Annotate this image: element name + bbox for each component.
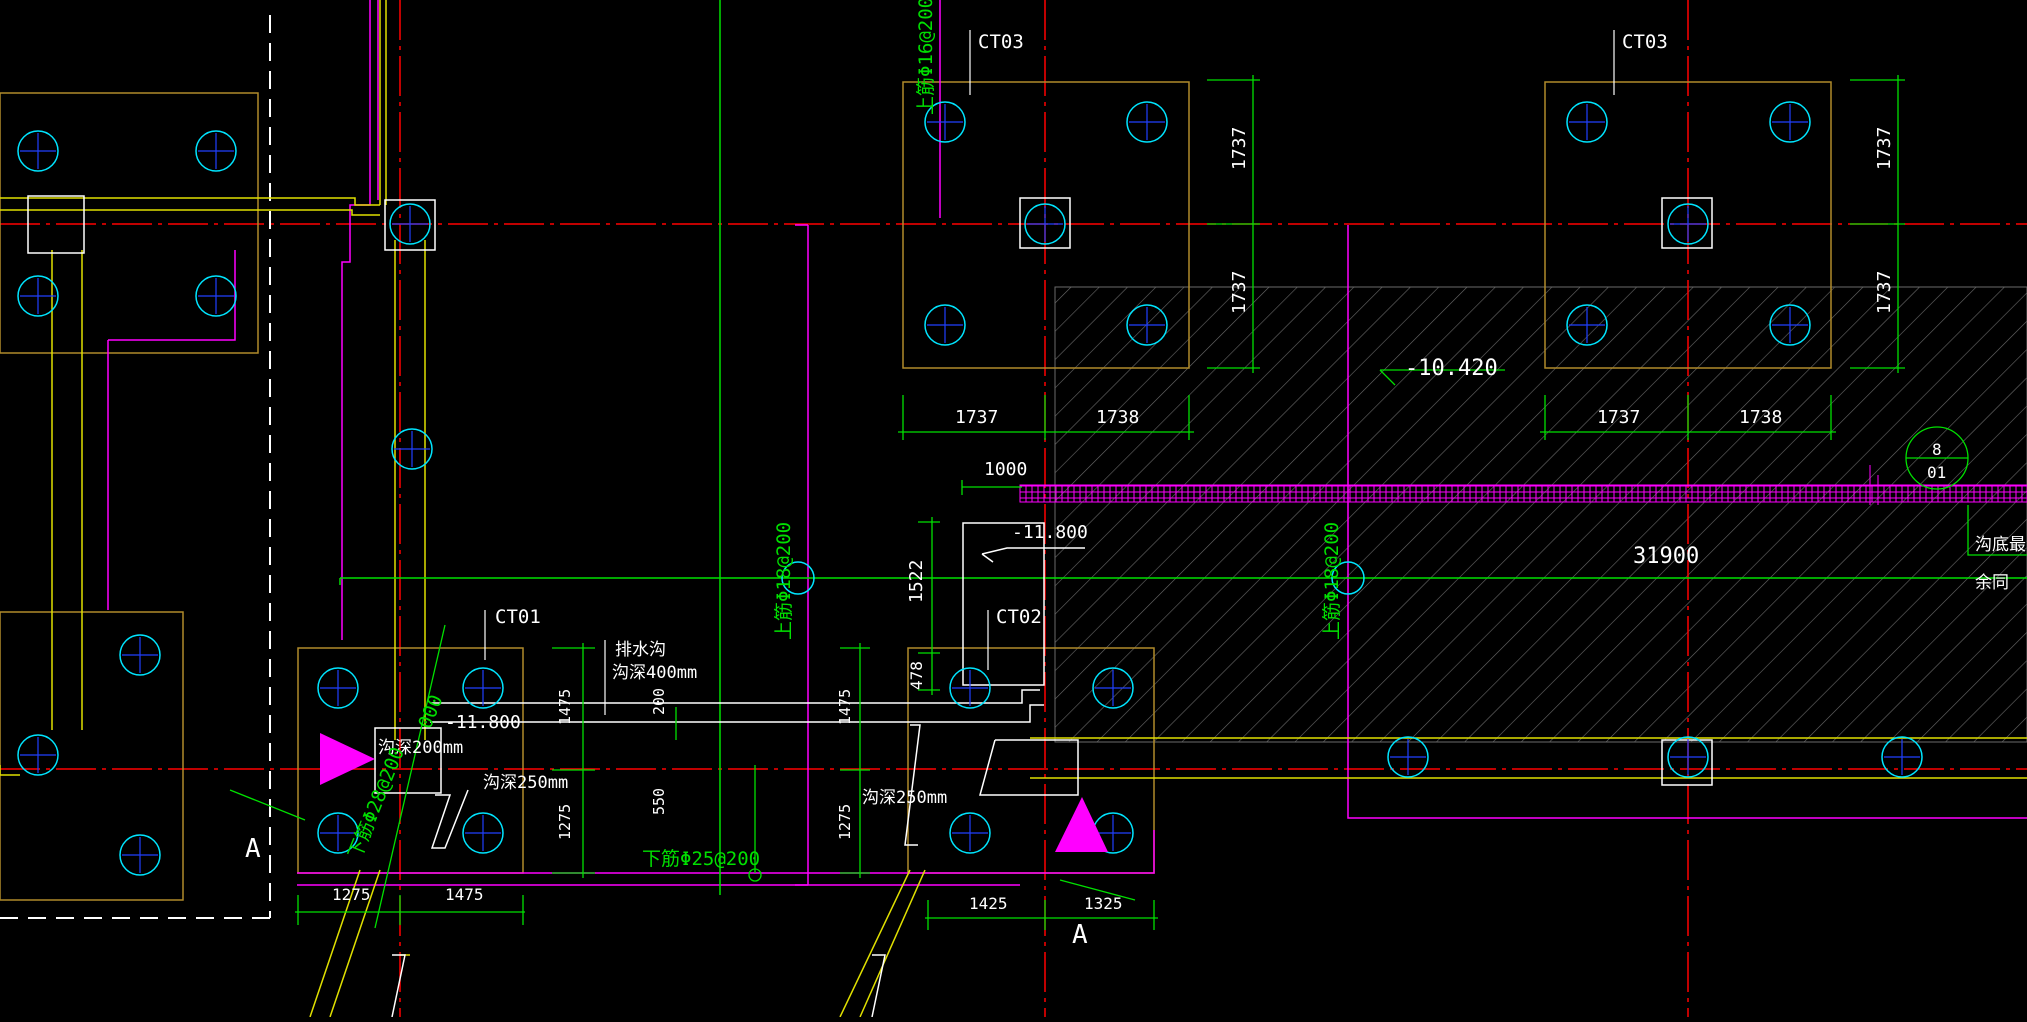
dim-1475-v2: 1475 — [836, 689, 854, 725]
dim-1475-h: 1475 — [445, 885, 484, 904]
dim-31900: 31900 — [1633, 544, 1699, 569]
dim-ct03b-v-bottom: 1737 — [1874, 271, 1895, 314]
label-trench-depth-250-b: 沟深250mm — [862, 788, 947, 808]
label-elev-main: -10.420 — [1405, 356, 1498, 381]
dim-ct03b-v-top: 1737 — [1874, 127, 1895, 170]
label-elev-pit-b: -11.800 — [445, 712, 521, 733]
detail-sheet: 01 — [1927, 463, 1946, 482]
label-ct02: CT02 — [996, 606, 1042, 628]
label-rebar-bottom-28-tail: 000 — [414, 692, 447, 732]
cad-drawing-canvas[interactable]: CT03 CT03 CT01 CT02 -10.420 -11.800 -11.… — [0, 0, 2027, 1018]
detail-no: 8 — [1932, 440, 1942, 459]
dim-ct03b-h-right: 1738 — [1739, 407, 1782, 428]
dim-1522: 1522 — [906, 560, 927, 603]
label-rebar-bottom-25: 下筋Φ25@200 — [642, 848, 760, 870]
pit-hatch-area — [1054, 286, 2027, 743]
foundation-plan-drawing: CT03 CT03 CT01 CT02 -10.420 -11.800 -11.… — [0, 0, 2027, 1018]
label-trench-bottom-note: 沟底最深处 — [1975, 535, 2027, 555]
dim-1425-h: 1425 — [969, 894, 1008, 913]
dim-ct03a-h-left: 1737 — [955, 407, 998, 428]
label-elev-pit-a: -11.800 — [1012, 522, 1088, 543]
label-trench-depth-250-a: 沟深250mm — [483, 773, 568, 793]
dim-1325-h: 1325 — [1084, 894, 1123, 913]
label-section-a-bottom: A — [1072, 920, 1088, 950]
label-rebar-top-16: 上筋Φ16@200 — [915, 0, 937, 115]
label-rebar-top-18-b: 上筋Φ18@200 — [1321, 522, 1343, 640]
dim-550: 550 — [650, 788, 668, 815]
label-section-a-left: A — [245, 834, 261, 864]
dim-ct03a-v-top: 1737 — [1229, 127, 1250, 170]
dim-1275-v2: 1275 — [836, 804, 854, 840]
dim-1000: 1000 — [984, 459, 1027, 480]
rebar-mesh-band — [1019, 484, 2027, 503]
label-remainder-note: 余同 — [1975, 573, 2009, 593]
label-ct03-a: CT03 — [978, 31, 1024, 53]
dim-1475-v1: 1475 — [556, 689, 574, 725]
dim-478: 478 — [907, 661, 926, 690]
dim-1275-v1: 1275 — [556, 804, 574, 840]
label-trench-depth-400: 沟深400mm — [612, 663, 697, 683]
dim-200: 200 — [650, 688, 668, 715]
label-rebar-top-18-a: 上筋Φ18@200 — [773, 522, 795, 640]
dim-1275-h: 1275 — [332, 885, 371, 904]
label-trench-title: 排水沟 — [615, 640, 666, 660]
label-ct03-b: CT03 — [1622, 31, 1668, 53]
dim-ct03a-h-right: 1738 — [1096, 407, 1139, 428]
dim-ct03b-h-left: 1737 — [1597, 407, 1640, 428]
label-ct01: CT01 — [495, 606, 541, 628]
dim-ct03a-v-bottom: 1737 — [1229, 271, 1250, 314]
